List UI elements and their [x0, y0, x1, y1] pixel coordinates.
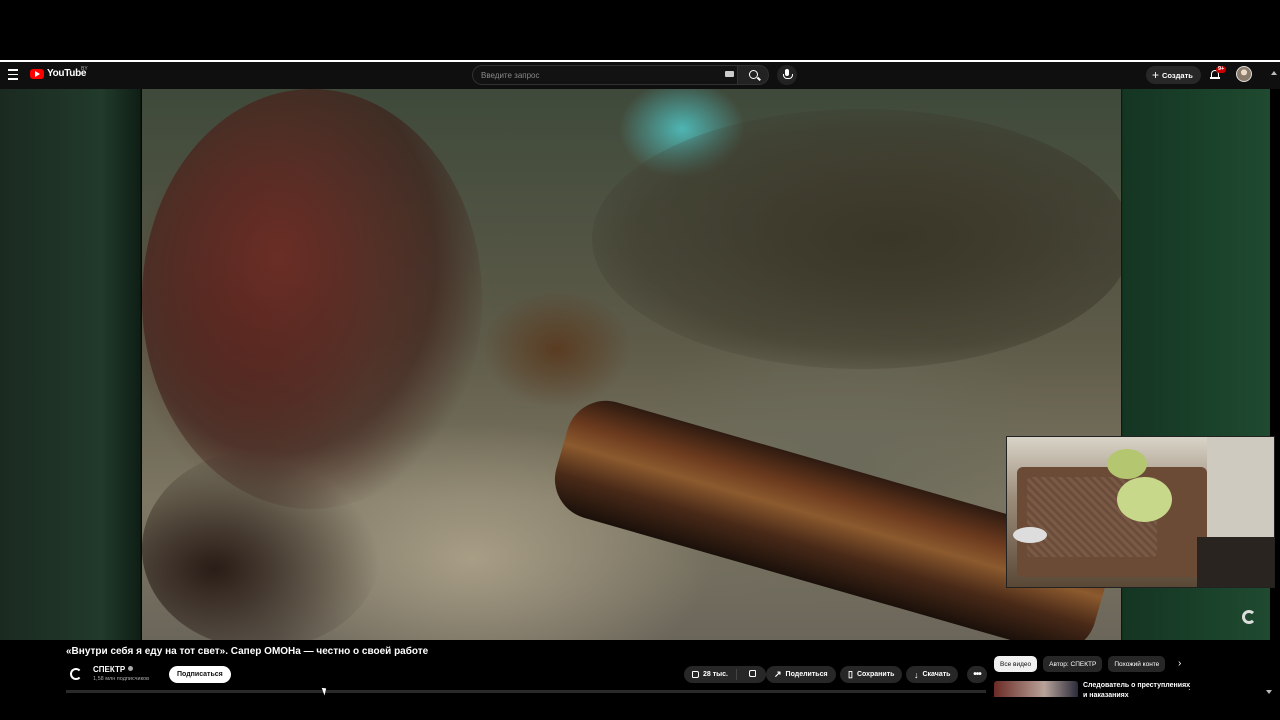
notifications-badge: 9+ — [1216, 66, 1227, 73]
thumbs-up-icon — [692, 671, 699, 678]
video-player[interactable] — [142, 89, 1121, 640]
verified-icon — [128, 666, 134, 671]
scrollbar-up-arrow[interactable] — [1271, 71, 1277, 77]
seaweed-clump — [482, 289, 632, 409]
channel-name[interactable]: СПЕКТР — [93, 665, 134, 674]
create-label: Создать — [1162, 70, 1193, 80]
search-box — [472, 65, 797, 85]
picture-in-picture-overlay[interactable] — [1006, 436, 1275, 588]
like-count: 28 тыс. — [703, 671, 728, 678]
youtube-play-icon — [30, 68, 44, 79]
dislike-button[interactable] — [741, 670, 764, 679]
bottom-letterbox — [0, 697, 1280, 720]
description-box-edge — [66, 690, 986, 693]
channel-avatar[interactable] — [67, 665, 85, 683]
save-button[interactable]: ▯ Сохранить — [840, 666, 903, 683]
create-button[interactable]: + Создать — [1146, 66, 1201, 84]
mouse-cursor-icon — [321, 686, 329, 696]
kebab-menu-icon[interactable]: · · · — [1188, 680, 1192, 694]
related-filter-chips: Все видео Автор: СПЕКТР Похожий конте — [994, 656, 1166, 672]
like-button[interactable]: 28 тыс. — [684, 669, 737, 680]
keyboard-icon[interactable] — [725, 71, 734, 77]
hamburger-icon[interactable] — [8, 69, 18, 80]
like-dislike-group: 28 тыс. — [684, 666, 766, 683]
chevron-right-icon[interactable]: › — [1178, 658, 1181, 669]
chip-similar[interactable]: Похожий конте — [1108, 656, 1166, 672]
share-arrow-icon: ↗ — [774, 669, 782, 679]
search-input[interactable] — [472, 65, 737, 85]
chip-author[interactable]: Автор: СПЕКТР — [1043, 656, 1103, 672]
subscribe-button[interactable]: Подписаться — [169, 666, 231, 683]
notifications-button[interactable]: 9+ — [1210, 66, 1227, 79]
more-actions-button[interactable]: ••• — [967, 666, 987, 683]
youtube-logo[interactable]: YouTube BY — [30, 66, 88, 79]
video-title: «Внутри себя я еду на тот свет». Сапер О… — [66, 646, 429, 657]
plus-icon: + — [1152, 68, 1160, 82]
download-icon: ↓ — [914, 669, 919, 680]
region-code: BY — [81, 66, 88, 72]
scrollbar-down-arrow[interactable] — [1266, 690, 1272, 694]
account-avatar[interactable] — [1236, 66, 1252, 82]
chip-all-videos[interactable]: Все видео — [994, 656, 1038, 672]
share-button[interactable]: ↗ Поделиться — [766, 666, 836, 683]
top-header: YouTube BY + Создать 9+ — [0, 60, 1280, 89]
rock-overhang — [592, 109, 1121, 369]
bookmark-icon: ▯ — [848, 669, 853, 679]
channel-watermark-icon[interactable] — [1242, 610, 1260, 628]
shadow-left — [142, 449, 382, 640]
search-button[interactable] — [737, 65, 769, 85]
youtube-watch-page: YouTube BY + Создать 9+ — [0, 0, 1280, 720]
download-button[interactable]: ↓ Скачать — [906, 666, 959, 683]
thumbs-down-icon — [748, 670, 756, 677]
subscriber-count: 1,58 млн подписчиков — [93, 676, 150, 682]
related-video-title[interactable]: Следователь о преступлениях — [1083, 682, 1190, 689]
seaweed-left — [142, 89, 482, 509]
voice-search-button[interactable] — [777, 65, 797, 85]
